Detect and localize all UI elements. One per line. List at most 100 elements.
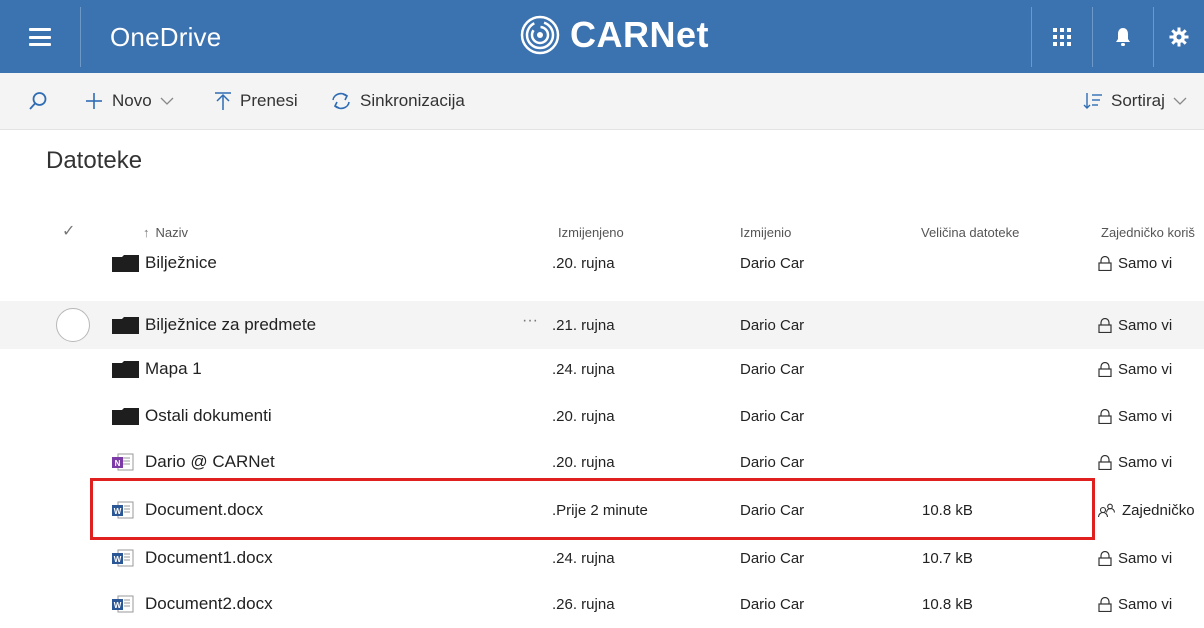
file-row[interactable]: W Document2.docx .26. rujna Dario Car 10… [0, 580, 1204, 628]
chevron-down-icon [1173, 93, 1187, 109]
sort-icon [1083, 92, 1103, 110]
upload-icon [214, 91, 232, 111]
brand-logo: CARNet [520, 14, 709, 56]
column-header-name-label: Naziv [155, 225, 189, 240]
sharing-label: Samo vi [1118, 453, 1173, 471]
chevron-down-icon [160, 93, 174, 109]
sharing-status[interactable]: Samo vi [1098, 580, 1172, 628]
lock-icon [1098, 550, 1112, 566]
lock-icon [1098, 317, 1112, 333]
file-name[interactable]: Bilježnice za predmete [145, 301, 316, 349]
more-actions-icon[interactable]: ··· [522, 297, 538, 345]
word-icon: W [112, 534, 134, 582]
carnet-logo-icon [520, 15, 560, 55]
file-size: 10.7 kB [922, 549, 973, 567]
column-header-modified-by[interactable]: Izmijenio [740, 225, 791, 240]
svg-text:N: N [115, 459, 121, 468]
folder-icon [112, 392, 139, 440]
svg-text:W: W [114, 555, 122, 564]
sharing-status[interactable]: Zajedničko [1098, 486, 1195, 534]
search-button[interactable] [28, 73, 48, 129]
app-title[interactable]: OneDrive [110, 22, 221, 53]
file-row[interactable]: Bilježnice za predmete ··· .21. rujna Da… [0, 301, 1204, 349]
file-name[interactable]: Bilježnice [145, 239, 217, 287]
sharing-status[interactable]: Samo vi [1098, 345, 1172, 393]
column-header-name[interactable]: ↑ Naziv [143, 225, 188, 240]
modified-by: Dario Car [740, 407, 805, 425]
header-divider [80, 7, 81, 67]
lock-icon [1098, 596, 1112, 612]
modified-by: Dario Car [740, 254, 805, 272]
sharing-label: Samo vi [1118, 549, 1173, 567]
modified-date: .26. rujna [552, 595, 615, 613]
sync-icon [330, 91, 352, 111]
app-launcher-button[interactable] [1032, 7, 1092, 67]
sharing-label: Samo vi [1118, 254, 1173, 272]
notifications-button[interactable] [1093, 7, 1153, 67]
file-name[interactable]: Document2.docx [145, 580, 273, 628]
row-select-checkbox[interactable] [56, 308, 90, 342]
word-icon: W [112, 580, 134, 628]
svg-text:W: W [114, 601, 122, 610]
hamburger-menu-button[interactable] [0, 7, 80, 67]
new-button[interactable]: Novo [84, 73, 174, 129]
column-header-size[interactable]: Veličina datoteke [921, 225, 1019, 240]
sharing-label: Zajedničko [1122, 501, 1195, 519]
modified-date: .24. rujna [552, 360, 615, 378]
modified-by: Dario Car [740, 360, 805, 378]
brand-text: CARNet [570, 14, 710, 55]
file-name[interactable]: Mapa 1 [145, 345, 202, 393]
folder-icon [112, 345, 139, 393]
gear-icon [1169, 27, 1189, 47]
highlight-annotation-box [90, 478, 1095, 540]
top-bar: OneDrive CARNet [0, 0, 1204, 73]
sort-up-arrow-icon: ↑ [143, 225, 150, 240]
bell-icon [1116, 28, 1130, 46]
modified-by: Dario Car [740, 549, 805, 567]
upload-button[interactable]: Prenesi [214, 73, 298, 129]
upload-label: Prenesi [240, 91, 298, 110]
folder-icon [112, 239, 139, 287]
file-row[interactable]: Bilježnice .20. rujna Dario Car Samo vi [0, 239, 1204, 287]
sharing-label: Samo vi [1118, 595, 1173, 613]
plus-icon [84, 91, 104, 111]
sort-button[interactable]: Sortiraj [1083, 73, 1187, 129]
lock-icon [1098, 408, 1112, 424]
modified-by: Dario Car [740, 316, 805, 334]
sort-label: Sortiraj [1111, 91, 1165, 110]
sharing-status[interactable]: Samo vi [1098, 438, 1172, 486]
sync-button[interactable]: Sinkronizacija [330, 73, 465, 129]
lock-icon [1098, 454, 1112, 470]
select-all-checkmark-icon[interactable]: ✓ [62, 221, 75, 241]
sharing-status[interactable]: Samo vi [1098, 301, 1172, 349]
lock-icon [1098, 255, 1112, 271]
sharing-status[interactable]: Samo vi [1098, 534, 1172, 582]
hamburger-icon [29, 28, 51, 46]
file-name[interactable]: Document1.docx [145, 534, 273, 582]
command-bar: Novo Prenesi Sinkronizacija Sortiraj [0, 73, 1204, 130]
page-title: Datoteke [46, 147, 143, 174]
modified-date: .20. rujna [552, 254, 615, 272]
sharing-label: Samo vi [1118, 407, 1173, 425]
file-row[interactable]: Mapa 1 .24. rujna Dario Car Samo vi [0, 345, 1204, 393]
sync-label: Sinkronizacija [360, 91, 465, 110]
file-row[interactable]: W Document1.docx .24. rujna Dario Car 10… [0, 534, 1204, 582]
lock-icon [1098, 361, 1112, 377]
app-launcher-icon [1053, 28, 1071, 46]
people-icon [1098, 503, 1116, 517]
modified-by: Dario Car [740, 595, 805, 613]
column-header-sharing[interactable]: Zajedničko koriš [1101, 225, 1195, 240]
file-size: 10.8 kB [922, 595, 973, 613]
column-header-modified[interactable]: Izmijenjeno [558, 225, 624, 240]
modified-date: .20. rujna [552, 407, 615, 425]
sharing-status[interactable]: Samo vi [1098, 239, 1172, 287]
sharing-label: Samo vi [1118, 360, 1173, 378]
modified-date: .24. rujna [552, 549, 615, 567]
file-row[interactable]: Ostali dokumenti .20. rujna Dario Car Sa… [0, 392, 1204, 440]
sharing-label: Samo vi [1118, 316, 1173, 334]
sharing-status[interactable]: Samo vi [1098, 392, 1172, 440]
file-name[interactable]: Ostali dokumenti [145, 392, 272, 440]
search-icon [29, 92, 47, 110]
settings-button[interactable] [1154, 7, 1204, 67]
modified-date: .21. rujna [552, 316, 615, 334]
